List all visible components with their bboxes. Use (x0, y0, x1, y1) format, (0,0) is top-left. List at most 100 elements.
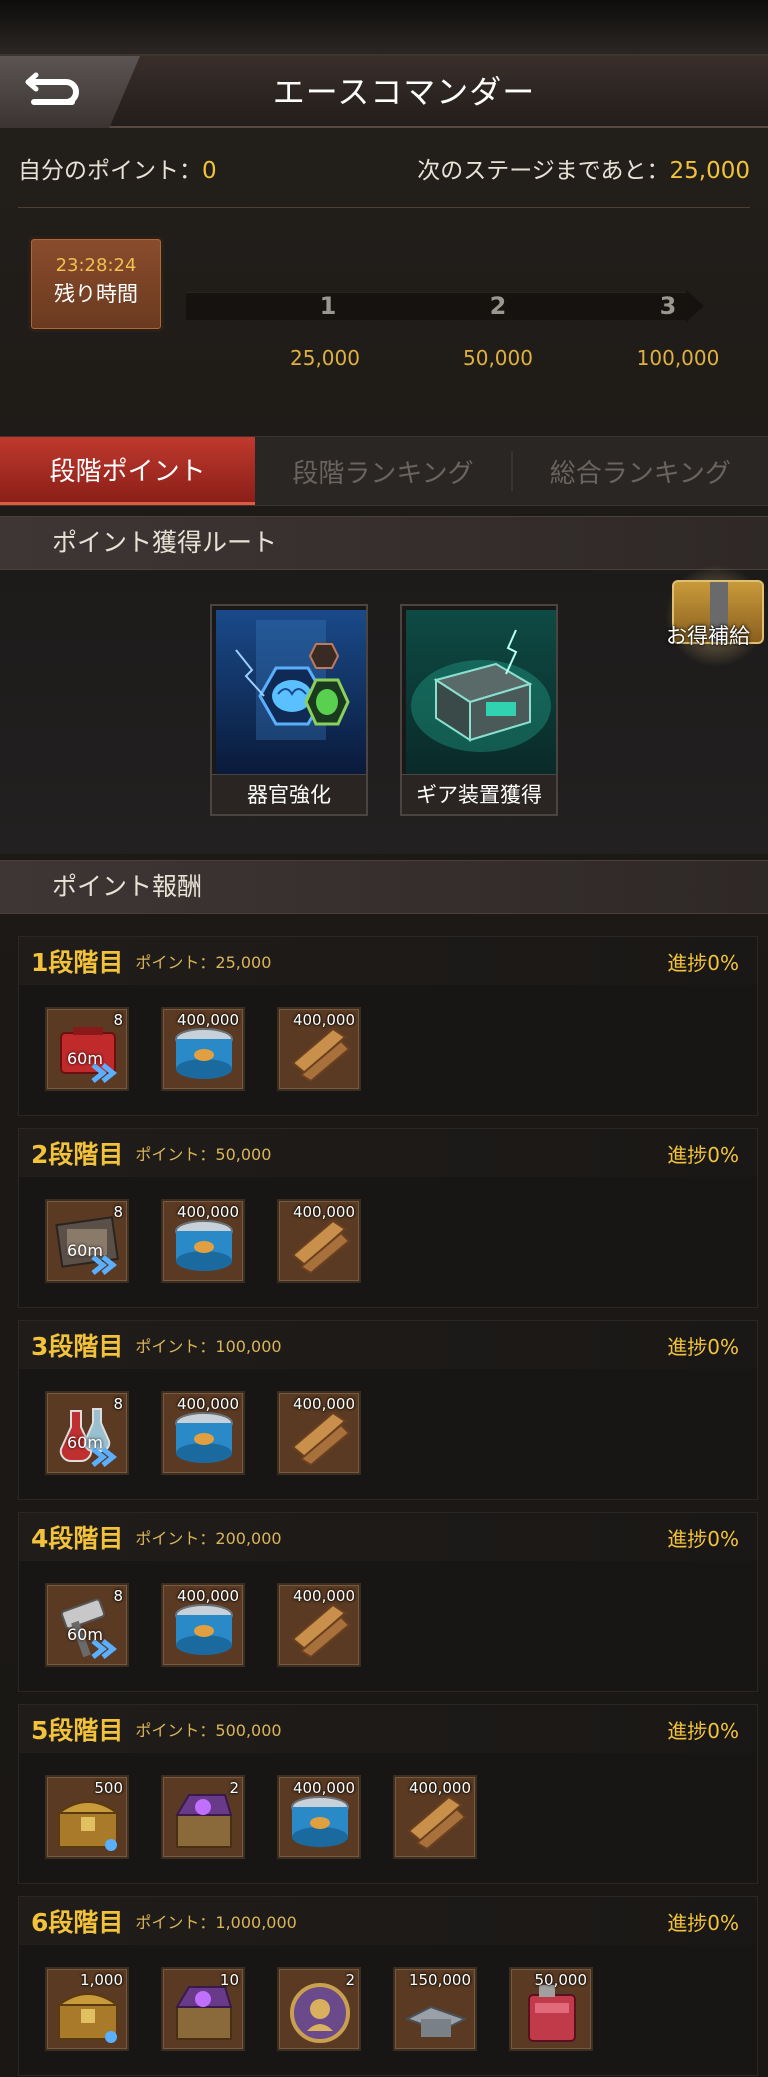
reward-item[interactable]: 400,000 (277, 1007, 361, 1091)
reward-item[interactable]: 400,000 (393, 1775, 477, 1859)
my-points-label: 自分のポイント： (18, 157, 202, 184)
reward-item[interactable]: 400,000 (277, 1775, 361, 1859)
reward-item[interactable]: 2 (277, 1967, 361, 2051)
reward-item-count: 8 (113, 1011, 123, 1029)
reward-item[interactable]: 400,000 (277, 1583, 361, 1667)
reward-item[interactable]: 400,000 (161, 1199, 245, 1283)
next-stage-points: 次のステージまであと：25,000 (417, 151, 750, 185)
stage-node-2: 2 (489, 292, 507, 320)
tier-header: 6段階目 ポイント：1,000,000 進捗0% (19, 1897, 757, 1945)
route-gear-acquire-label: ギア装置獲得 (402, 774, 556, 814)
reward-item[interactable]: 400,000 (161, 1007, 245, 1091)
tier-name: 1段階目 (31, 948, 124, 977)
reward-tier-1: 1段階目 ポイント：25,000 進捗0% 60m 8 400,000 400,000 (18, 936, 758, 1116)
reward-item-count: 400,000 (292, 1779, 355, 1797)
tier-name: 3段階目 (31, 1332, 124, 1361)
brain-organ-icon (216, 610, 366, 774)
page: エースコマンダー 自分のポイント：0 次のステージまであと：25,000 23:… (0, 0, 768, 2077)
reward-item[interactable]: 500 (45, 1775, 129, 1859)
reward-item[interactable]: 2 (161, 1775, 245, 1859)
tier-points: ポイント：100,000 (135, 1337, 282, 1356)
points-row: 自分のポイント：0 次のステージまであと：25,000 (18, 128, 750, 208)
reward-item-count: 400,000 (408, 1779, 471, 1797)
reward-item-count: 400,000 (176, 1587, 239, 1605)
route-gear-acquire[interactable]: ギア装置獲得 (400, 604, 558, 816)
reward-tier-4: 4段階目 ポイント：200,000 進捗0% 60m 8 400,000 400,000 (18, 1512, 758, 1692)
reward-item-count: 8 (113, 1203, 123, 1221)
reward-item[interactable]: 10 (161, 1967, 245, 2051)
tier-points: ポイント：25,000 (135, 953, 272, 972)
reward-item-count: 500 (94, 1779, 123, 1797)
tier-name: 5段階目 (31, 1716, 124, 1745)
reward-item-count: 400,000 (292, 1203, 355, 1221)
reward-item-count: 10 (219, 1971, 239, 1989)
reward-item-count: 2 (345, 1971, 355, 1989)
reward-item[interactable]: 400,000 (161, 1391, 245, 1475)
tier-header: 5段階目 ポイント：500,000 進捗0% (19, 1705, 757, 1753)
reward-item[interactable]: 1,000 (45, 1967, 129, 2051)
reward-item-count: 1,000 (80, 1971, 123, 1989)
reward-item-count: 8 (113, 1587, 123, 1605)
reward-item[interactable]: 150,000 (393, 1967, 477, 2051)
stage-value-3: 100,000 (636, 346, 720, 370)
reward-item-count: 2 (229, 1779, 239, 1797)
reward-item-count: 400,000 (176, 1011, 239, 1029)
reward-item-count: 400,000 (292, 1011, 355, 1029)
tier-name: 2段階目 (31, 1140, 124, 1169)
route-organ-upgrade[interactable]: 器官強化 (210, 604, 368, 816)
reward-item[interactable]: 60m 8 (45, 1007, 129, 1091)
tier-progress: 進捗0% (667, 1910, 739, 1935)
reward-item-count: 400,000 (176, 1203, 239, 1221)
bonus-supply-button[interactable]: お得補給 (656, 566, 768, 666)
tier-reward-items: 60m 8 400,000 400,000 (19, 1177, 757, 1283)
reward-item-count: 8 (113, 1395, 123, 1413)
remaining-time-value: 23:28:24 (55, 255, 137, 276)
reward-item[interactable]: 60m 8 (45, 1391, 129, 1475)
reward-item[interactable]: 400,000 (277, 1199, 361, 1283)
tab-bar: 段階ポイント 段階ランキング 総合ランキング (0, 436, 768, 506)
routes-panel: 器官強化 ギア装置獲得 (0, 570, 768, 854)
header-bar: エースコマンダー (0, 56, 768, 128)
tab-stage-points[interactable]: 段階ポイント (0, 437, 256, 505)
tier-points: ポイント：500,000 (135, 1721, 282, 1740)
reward-item-count: 150,000 (408, 1971, 471, 1989)
next-stage-value: 25,000 (669, 157, 750, 184)
reward-tier-5: 5段階目 ポイント：500,000 進捗0% 500 2 400,000 400,000 (18, 1704, 758, 1884)
tab-overall-ranking[interactable]: 総合ランキング (513, 437, 768, 505)
tab-stage-ranking[interactable]: 段階ランキング (255, 437, 510, 505)
tier-header: 4段階目 ポイント：200,000 進捗0% (19, 1513, 757, 1561)
tier-points: ポイント：1,000,000 (135, 1913, 297, 1932)
next-stage-label: 次のステージまであと： (417, 157, 670, 184)
tier-progress: 進捗0% (667, 1526, 739, 1551)
tier-header: 2段階目 ポイント：50,000 進捗0% (19, 1129, 757, 1177)
tier-progress: 進捗0% (667, 950, 739, 975)
stage-node-3: 3 (659, 292, 677, 320)
tier-name: 4段階目 (31, 1524, 124, 1553)
tier-name: 6段階目 (31, 1908, 124, 1937)
reward-tier-3: 3段階目 ポイント：100,000 進捗0% 60m 8 400,000 400,000 (18, 1320, 758, 1500)
tier-header: 1段階目 ポイント：25,000 進捗0% (19, 937, 757, 985)
reward-item-count: 50,000 (534, 1971, 588, 1989)
bonus-supply-label: お得補給 (666, 624, 750, 648)
rewards-section-header: ポイント報酬 (0, 860, 768, 914)
reward-item[interactable]: 400,000 (161, 1583, 245, 1667)
reward-tier-6: 6段階目 ポイント：1,000,000 進捗0% 1,000 10 2 150,000 50,… (18, 1896, 758, 2076)
reward-item-duration: 60m (67, 1049, 103, 1068)
reward-item[interactable]: 60m 8 (45, 1583, 129, 1667)
remaining-time-box: 23:28:24 残り時間 (28, 236, 164, 332)
tier-reward-items: 500 2 400,000 400,000 (19, 1753, 757, 1859)
tier-reward-items: 60m 8 400,000 400,000 (19, 1369, 757, 1475)
route-organ-upgrade-label: 器官強化 (212, 774, 366, 814)
reward-item[interactable]: 60m 8 (45, 1199, 129, 1283)
stage-progress: 23:28:24 残り時間 1 2 3 25,000 50,000 100,00… (0, 208, 768, 408)
tier-reward-items: 60m 8 400,000 400,000 (19, 1561, 757, 1667)
reward-item-count: 400,000 (292, 1395, 355, 1413)
stage-value-2: 50,000 (463, 346, 533, 370)
remaining-time-label: 残り時間 (54, 282, 138, 306)
reward-item-duration: 60m (67, 1625, 103, 1644)
gear-crate-icon (406, 610, 556, 774)
tier-progress: 進捗0% (667, 1142, 739, 1167)
reward-item[interactable]: 400,000 (277, 1391, 361, 1475)
reward-item[interactable]: 50,000 (509, 1967, 593, 2051)
stage-progress-bar (186, 292, 686, 320)
